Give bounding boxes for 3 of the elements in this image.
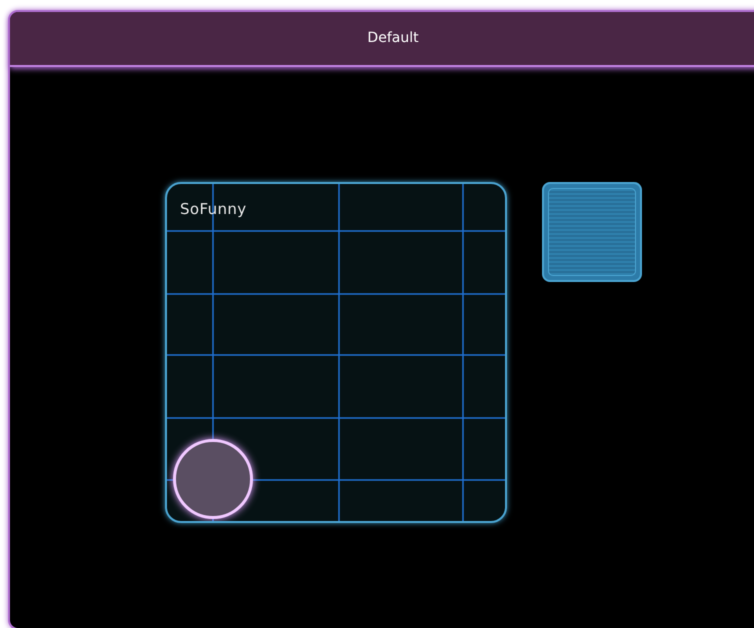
pad-handle[interactable] — [173, 438, 254, 519]
toggle-button[interactable] — [542, 182, 642, 282]
window-title: Default — [367, 29, 419, 48]
